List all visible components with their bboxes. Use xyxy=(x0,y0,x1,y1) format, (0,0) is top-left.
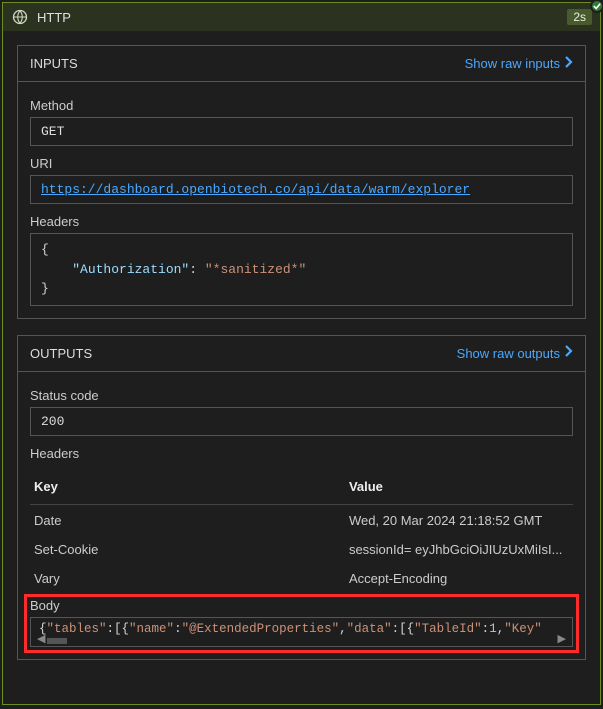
action-title: HTTP xyxy=(37,10,71,25)
table-row: Date Wed, 20 Mar 2024 21:18:52 GMT xyxy=(30,504,573,534)
success-check-icon xyxy=(590,0,603,13)
chevron-right-icon xyxy=(564,55,573,73)
headers-table-header: Key Value xyxy=(30,469,573,505)
chevron-right-icon xyxy=(564,344,573,362)
inputs-panel: INPUTS Show raw inputs Method GET URI ht… xyxy=(17,45,586,319)
scroll-left-icon[interactable]: ◀ xyxy=(37,632,45,646)
http-action-card: HTTP 2s INPUTS Show raw inputs Method GE… xyxy=(2,2,601,705)
show-raw-outputs-label: Show raw outputs xyxy=(457,346,560,361)
scroll-thumb[interactable] xyxy=(47,638,67,644)
body-label: Body xyxy=(30,598,573,613)
uri-label: URI xyxy=(30,156,573,171)
inputs-headers-json: { "Authorization": "*sanitized*" } xyxy=(30,233,573,306)
hdr-key: Set-Cookie xyxy=(30,534,345,563)
status-code-value: 200 xyxy=(30,407,573,436)
show-raw-outputs-link[interactable]: Show raw outputs xyxy=(457,344,573,362)
col-key: Key xyxy=(30,469,345,505)
hdr-key: Date xyxy=(30,504,345,534)
scroll-right-icon[interactable]: ▶ xyxy=(558,632,566,646)
uri-link[interactable]: https://dashboard.openbiotech.co/api/dat… xyxy=(41,182,470,197)
show-raw-inputs-link[interactable]: Show raw inputs xyxy=(465,55,573,73)
outputs-headers-label: Headers xyxy=(30,446,573,461)
hdr-key: Vary xyxy=(30,563,345,592)
inputs-headers-label: Headers xyxy=(30,214,573,229)
table-row: Set-Cookie sessionId= eyJhbGciOiJIUzUxMi… xyxy=(30,534,573,563)
outputs-panel: OUTPUTS Show raw outputs Status code 200… xyxy=(17,335,586,660)
col-value: Value xyxy=(345,469,573,505)
status-code-label: Status code xyxy=(30,388,573,403)
headers-table: Key Value Date Wed, 20 Mar 2024 21:18:52… xyxy=(30,469,573,592)
method-value: GET xyxy=(30,117,573,146)
http-icon xyxy=(11,8,29,26)
titlebar: HTTP 2s xyxy=(3,3,600,31)
body-json[interactable]: {"tables":[{"name":"@ExtendedProperties"… xyxy=(30,617,573,647)
table-row: Vary Accept-Encoding xyxy=(30,563,573,592)
hdr-val: Wed, 20 Mar 2024 21:18:52 GMT xyxy=(345,504,573,534)
duration-badge: 2s xyxy=(567,9,592,25)
hdr-val: sessionId= eyJhbGciOiJIUzUxMiIsI... xyxy=(345,534,573,563)
hdr-val: Accept-Encoding xyxy=(345,563,573,592)
inputs-title: INPUTS xyxy=(30,56,78,71)
method-label: Method xyxy=(30,98,573,113)
show-raw-inputs-label: Show raw inputs xyxy=(465,56,560,71)
outputs-title: OUTPUTS xyxy=(30,346,92,361)
uri-value: https://dashboard.openbiotech.co/api/dat… xyxy=(30,175,573,204)
